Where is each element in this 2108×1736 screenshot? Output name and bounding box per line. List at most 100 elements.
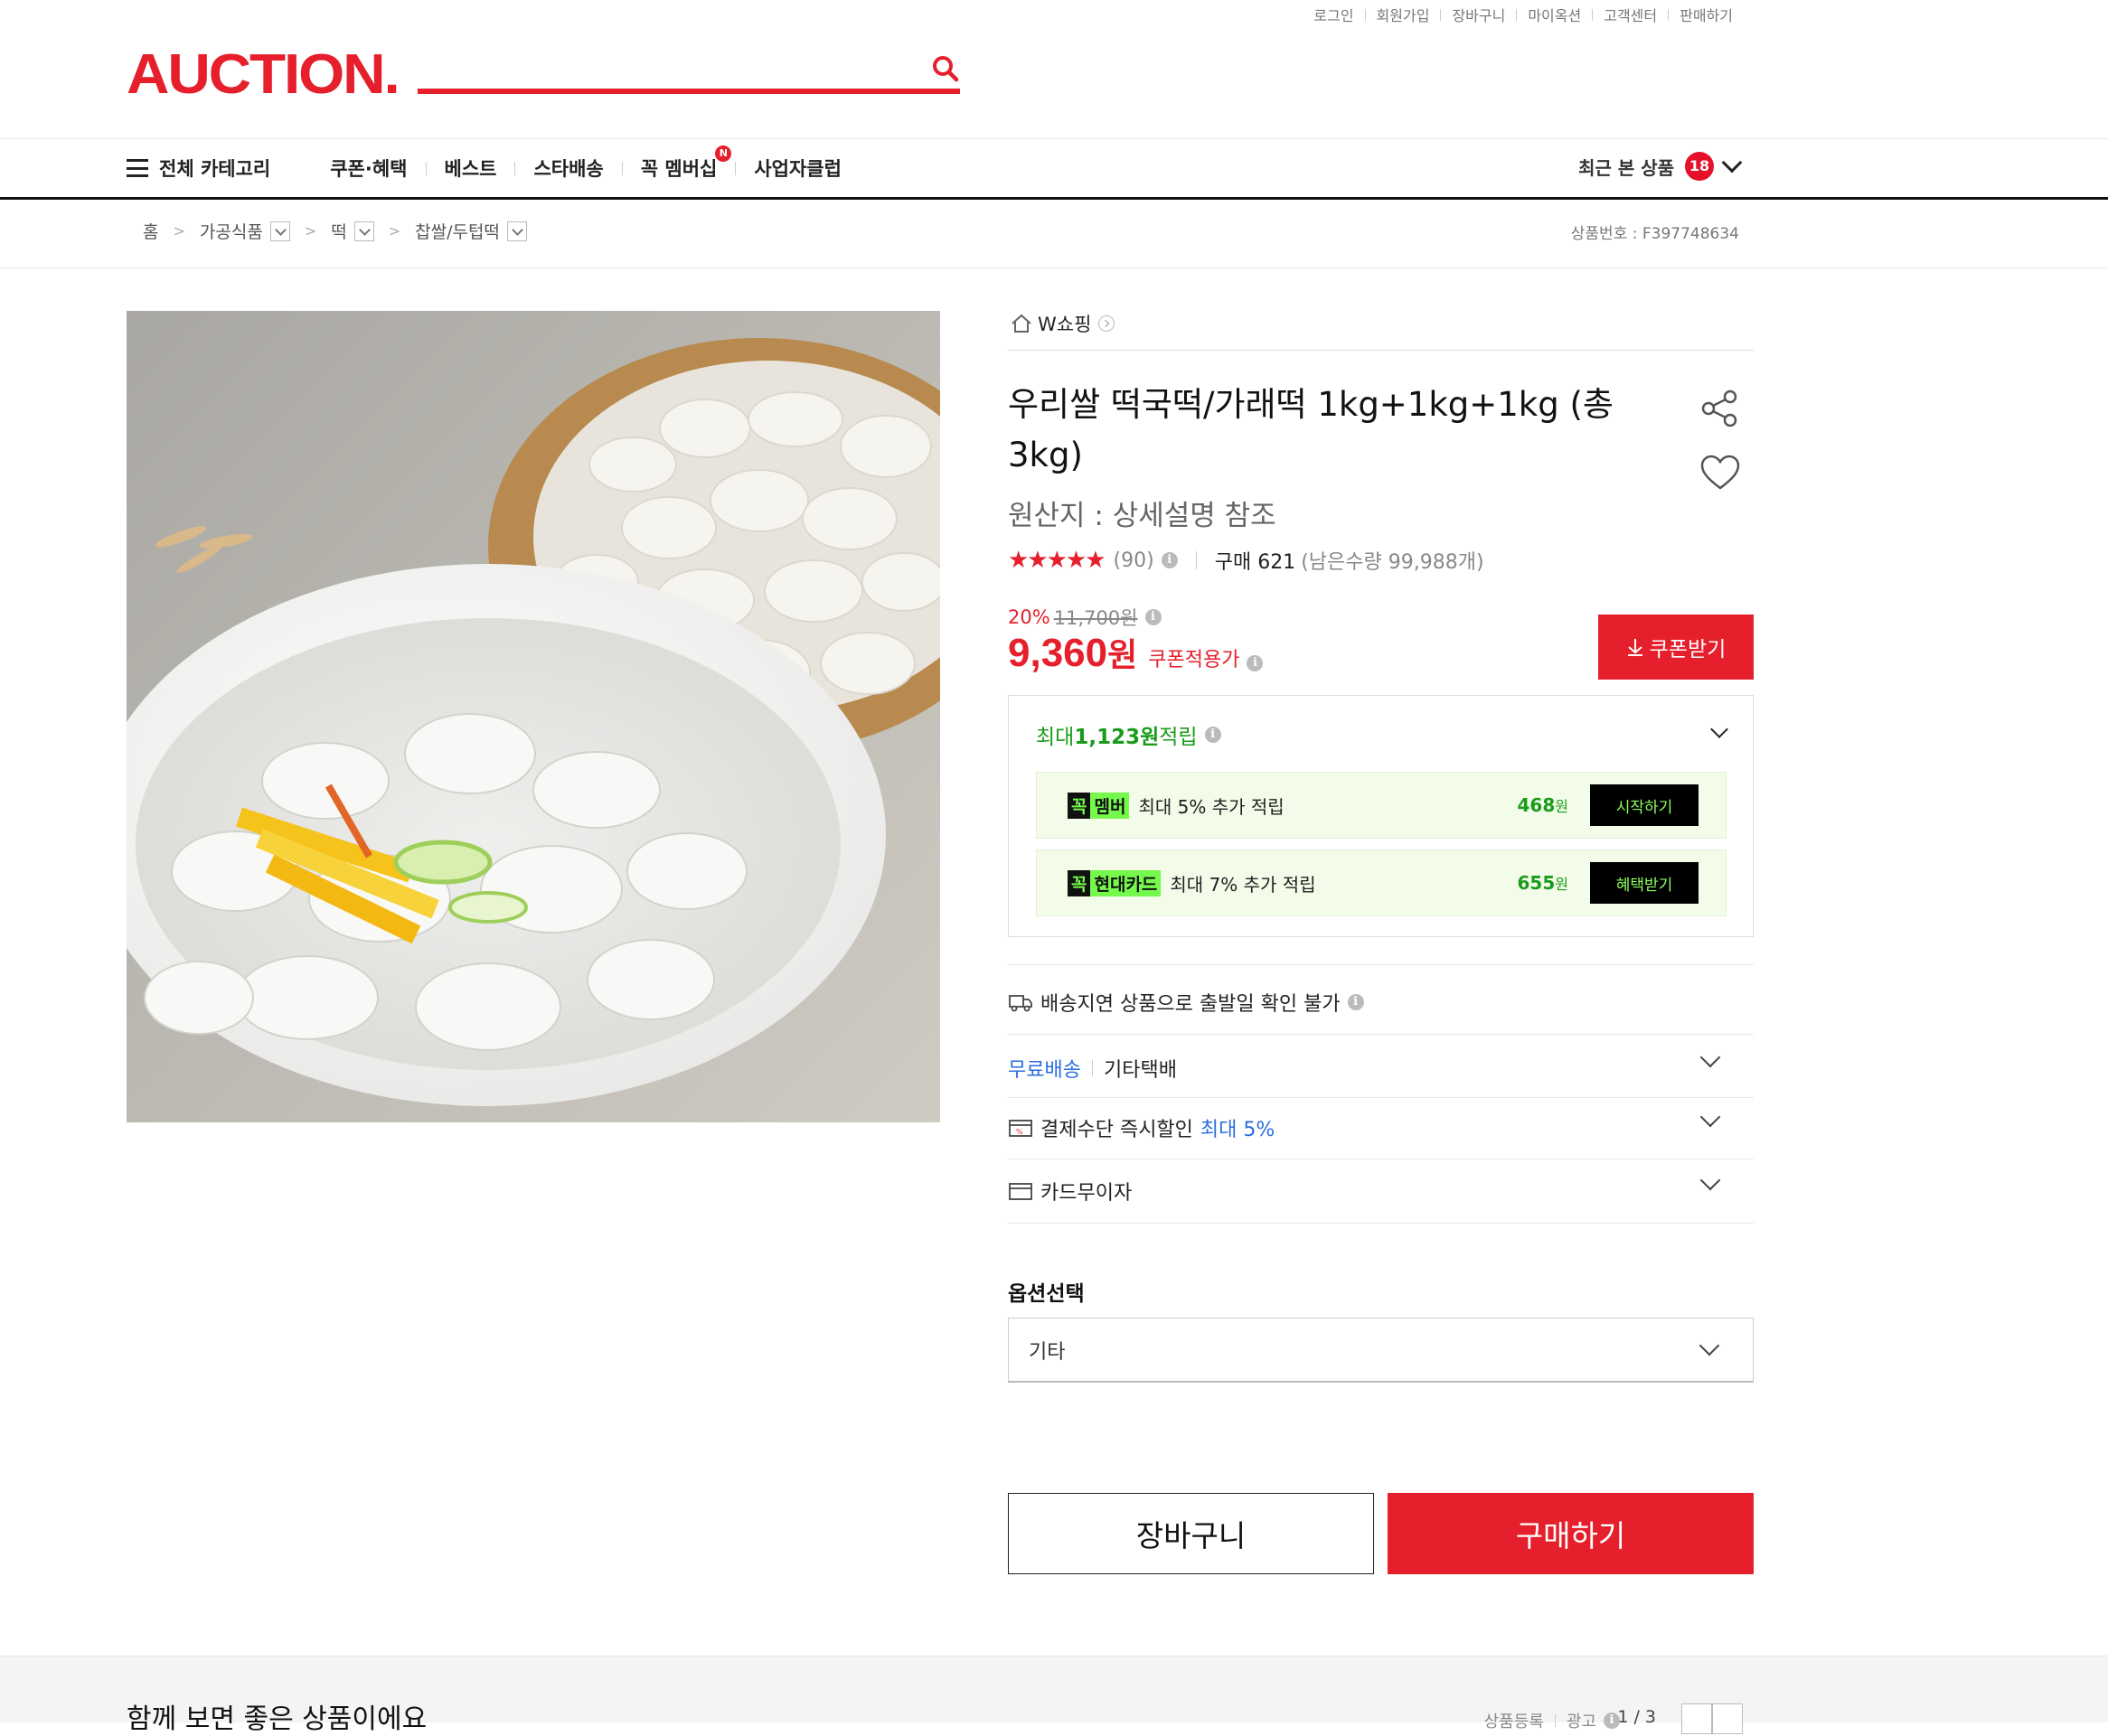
truck-icon: [1009, 995, 1032, 1012]
chevron-down-icon: [1721, 152, 1743, 174]
review-count[interactable]: (90): [1114, 549, 1154, 572]
nav-star-delivery[interactable]: 스타배송: [515, 155, 621, 182]
related-products-section: 함께 보면 좋은 상품이에요 상품등록 광고 i 1 / 3: [0, 1656, 2108, 1735]
add-to-cart-button[interactable]: 장바구니: [1008, 1493, 1374, 1574]
pagination-label: 1 / 3: [1617, 1707, 1656, 1727]
divider: [0, 138, 2108, 139]
membership-tag: 꼭 멤버: [1068, 792, 1130, 819]
rating-row: ★★★★★ (90) i 구매 621 (남은수량 99,988개): [1008, 546, 1484, 575]
register-product-link[interactable]: 상품등록: [1484, 1709, 1544, 1732]
dropdown-icon[interactable]: [269, 221, 290, 241]
dropdown-icon[interactable]: [506, 221, 527, 241]
chevron-right-icon: [1098, 315, 1115, 332]
chevron-down-icon[interactable]: [1710, 720, 1728, 738]
divider: [0, 267, 2108, 268]
discount-percent: 20%: [1008, 606, 1050, 628]
hyundai-card-tag: 꼭 현대카드: [1068, 869, 1162, 896]
divider: [0, 197, 2108, 200]
search-input[interactable]: [418, 89, 960, 94]
dropdown-icon[interactable]: [353, 221, 374, 241]
chevron-down-icon[interactable]: [1699, 1046, 1721, 1068]
reward-row-amount: 468원: [1517, 794, 1568, 816]
purchase-count: 구매 621: [1214, 551, 1296, 574]
share-icon[interactable]: [1699, 389, 1739, 428]
login-link[interactable]: 로그인: [1303, 4, 1364, 25]
breadcrumb-item[interactable]: 가공식품: [200, 219, 263, 243]
discount-row: 20% 11,700원 i: [1008, 604, 1162, 631]
my-auction-link[interactable]: 마이옥션: [1517, 4, 1592, 25]
original-price: 11,700원: [1053, 607, 1138, 629]
nav-membership[interactable]: 꼭 멤버십 N: [623, 145, 736, 182]
utility-links: 로그인 회원가입 장바구니 마이옥션 고객센터 판매하기: [1303, 4, 1744, 25]
info-icon[interactable]: i: [1161, 552, 1178, 568]
auction-logo[interactable]: AUCTION.: [127, 47, 400, 103]
reward-suffix: 적립: [1159, 726, 1198, 749]
reward-row-amount: 655원: [1517, 872, 1568, 894]
delivery-delay-row: 배송지연 상품으로 출발일 확인 불가 i: [1008, 988, 1754, 1017]
option-select[interactable]: 기타: [1008, 1318, 1754, 1383]
product-image[interactable]: [127, 311, 940, 1122]
breadcrumb-item[interactable]: 떡: [331, 219, 346, 243]
reward-prefix: 최대: [1036, 726, 1075, 749]
chevron-down-icon[interactable]: [1699, 1106, 1721, 1128]
chevron-right-icon: >: [304, 222, 317, 239]
divider: [1554, 1714, 1556, 1727]
get-benefit-button[interactable]: 혜택받기: [1590, 862, 1699, 904]
reward-row-card: 꼭 현대카드 최대 7% 추가 적립 655원 혜택받기: [1036, 849, 1727, 916]
hamburger-icon[interactable]: [127, 159, 148, 177]
installment-label: 카드무이자: [1040, 1182, 1133, 1205]
divider: [1008, 350, 1754, 351]
signup-link[interactable]: 회원가입: [1366, 4, 1441, 25]
reward-row-text: 최대 5% 추가 적립: [1138, 795, 1285, 818]
divider: [1195, 551, 1197, 569]
recent-products[interactable]: 최근 본 상품 18: [1578, 152, 1743, 181]
prev-page-button[interactable]: [1681, 1703, 1712, 1734]
nav-membership-label: 꼭 멤버십: [640, 158, 718, 180]
sell-link[interactable]: 판매하기: [1669, 4, 1744, 25]
breadcrumb-home[interactable]: 홈: [143, 219, 158, 243]
divider: [1008, 964, 1754, 965]
star-rating-icon: ★★★★★: [1008, 547, 1106, 574]
info-icon[interactable]: i: [1144, 609, 1162, 625]
product-title: 우리쌀 떡국떡/가래떡 1kg+1kg+1kg (총 3kg): [1008, 385, 1614, 474]
breadcrumb-item[interactable]: 찹쌀/두텁떡: [415, 219, 500, 243]
reward-header[interactable]: 최대 1,123원 적립 i: [1036, 719, 1221, 750]
breadcrumb: 홈 > 가공식품 > 떡 > 찹쌀/두텁떡: [143, 219, 527, 243]
customer-center-link[interactable]: 고객센터: [1593, 4, 1668, 25]
home-icon: [1012, 314, 1031, 333]
download-icon: [1627, 639, 1642, 656]
info-icon[interactable]: i: [1204, 727, 1221, 743]
start-membership-button[interactable]: 시작하기: [1590, 784, 1699, 826]
info-icon[interactable]: i: [1347, 994, 1364, 1010]
payment-discount-row[interactable]: % 결제수단 즉시할인 최대 5%: [1008, 1106, 1754, 1142]
store-link[interactable]: W쇼핑: [1011, 310, 1115, 337]
heart-icon[interactable]: [1699, 454, 1741, 492]
payment-discount-max: 최대 5%: [1200, 1119, 1275, 1141]
store-name: W쇼핑: [1038, 314, 1092, 335]
nav-business-club[interactable]: 사업자클럽: [736, 155, 860, 182]
card-icon: [1009, 1183, 1032, 1200]
shipping-row[interactable]: 무료배송 기타택배: [1008, 1046, 1754, 1083]
svg-text:%: %: [1016, 1128, 1023, 1136]
reward-panel: 최대 1,123원 적립 i 꼭 멤버 최대 5% 추가 적립 468원 시작하기…: [1008, 695, 1754, 937]
delivery-delay-text: 배송지연 상품으로 출발일 확인 불가: [1040, 993, 1341, 1016]
coupon-download-button[interactable]: 쿠폰받기: [1598, 615, 1754, 680]
coupon-price-label: 쿠폰적용가: [1148, 649, 1240, 671]
nav-coupon[interactable]: 쿠폰·혜택: [312, 155, 425, 182]
chevron-right-icon: >: [388, 222, 401, 239]
cart-link[interactable]: 장바구니: [1441, 4, 1516, 25]
recent-count-badge: 18: [1685, 152, 1714, 181]
next-page-button[interactable]: [1712, 1703, 1743, 1734]
sale-price: 9,360: [1008, 631, 1108, 675]
buy-now-button[interactable]: 구매하기: [1388, 1493, 1754, 1574]
divider: [1008, 1034, 1754, 1035]
new-badge: N: [715, 145, 732, 162]
nav-best[interactable]: 베스트: [427, 155, 515, 182]
search-icon[interactable]: [931, 54, 960, 83]
divider: [1008, 1097, 1754, 1098]
installment-row[interactable]: 카드무이자: [1008, 1169, 1754, 1206]
nav-all-categories[interactable]: 전체 카테고리: [159, 155, 312, 182]
payment-discount-label: 결제수단 즉시할인: [1040, 1119, 1193, 1141]
info-icon[interactable]: i: [1247, 655, 1264, 671]
chevron-down-icon[interactable]: [1699, 1169, 1721, 1191]
